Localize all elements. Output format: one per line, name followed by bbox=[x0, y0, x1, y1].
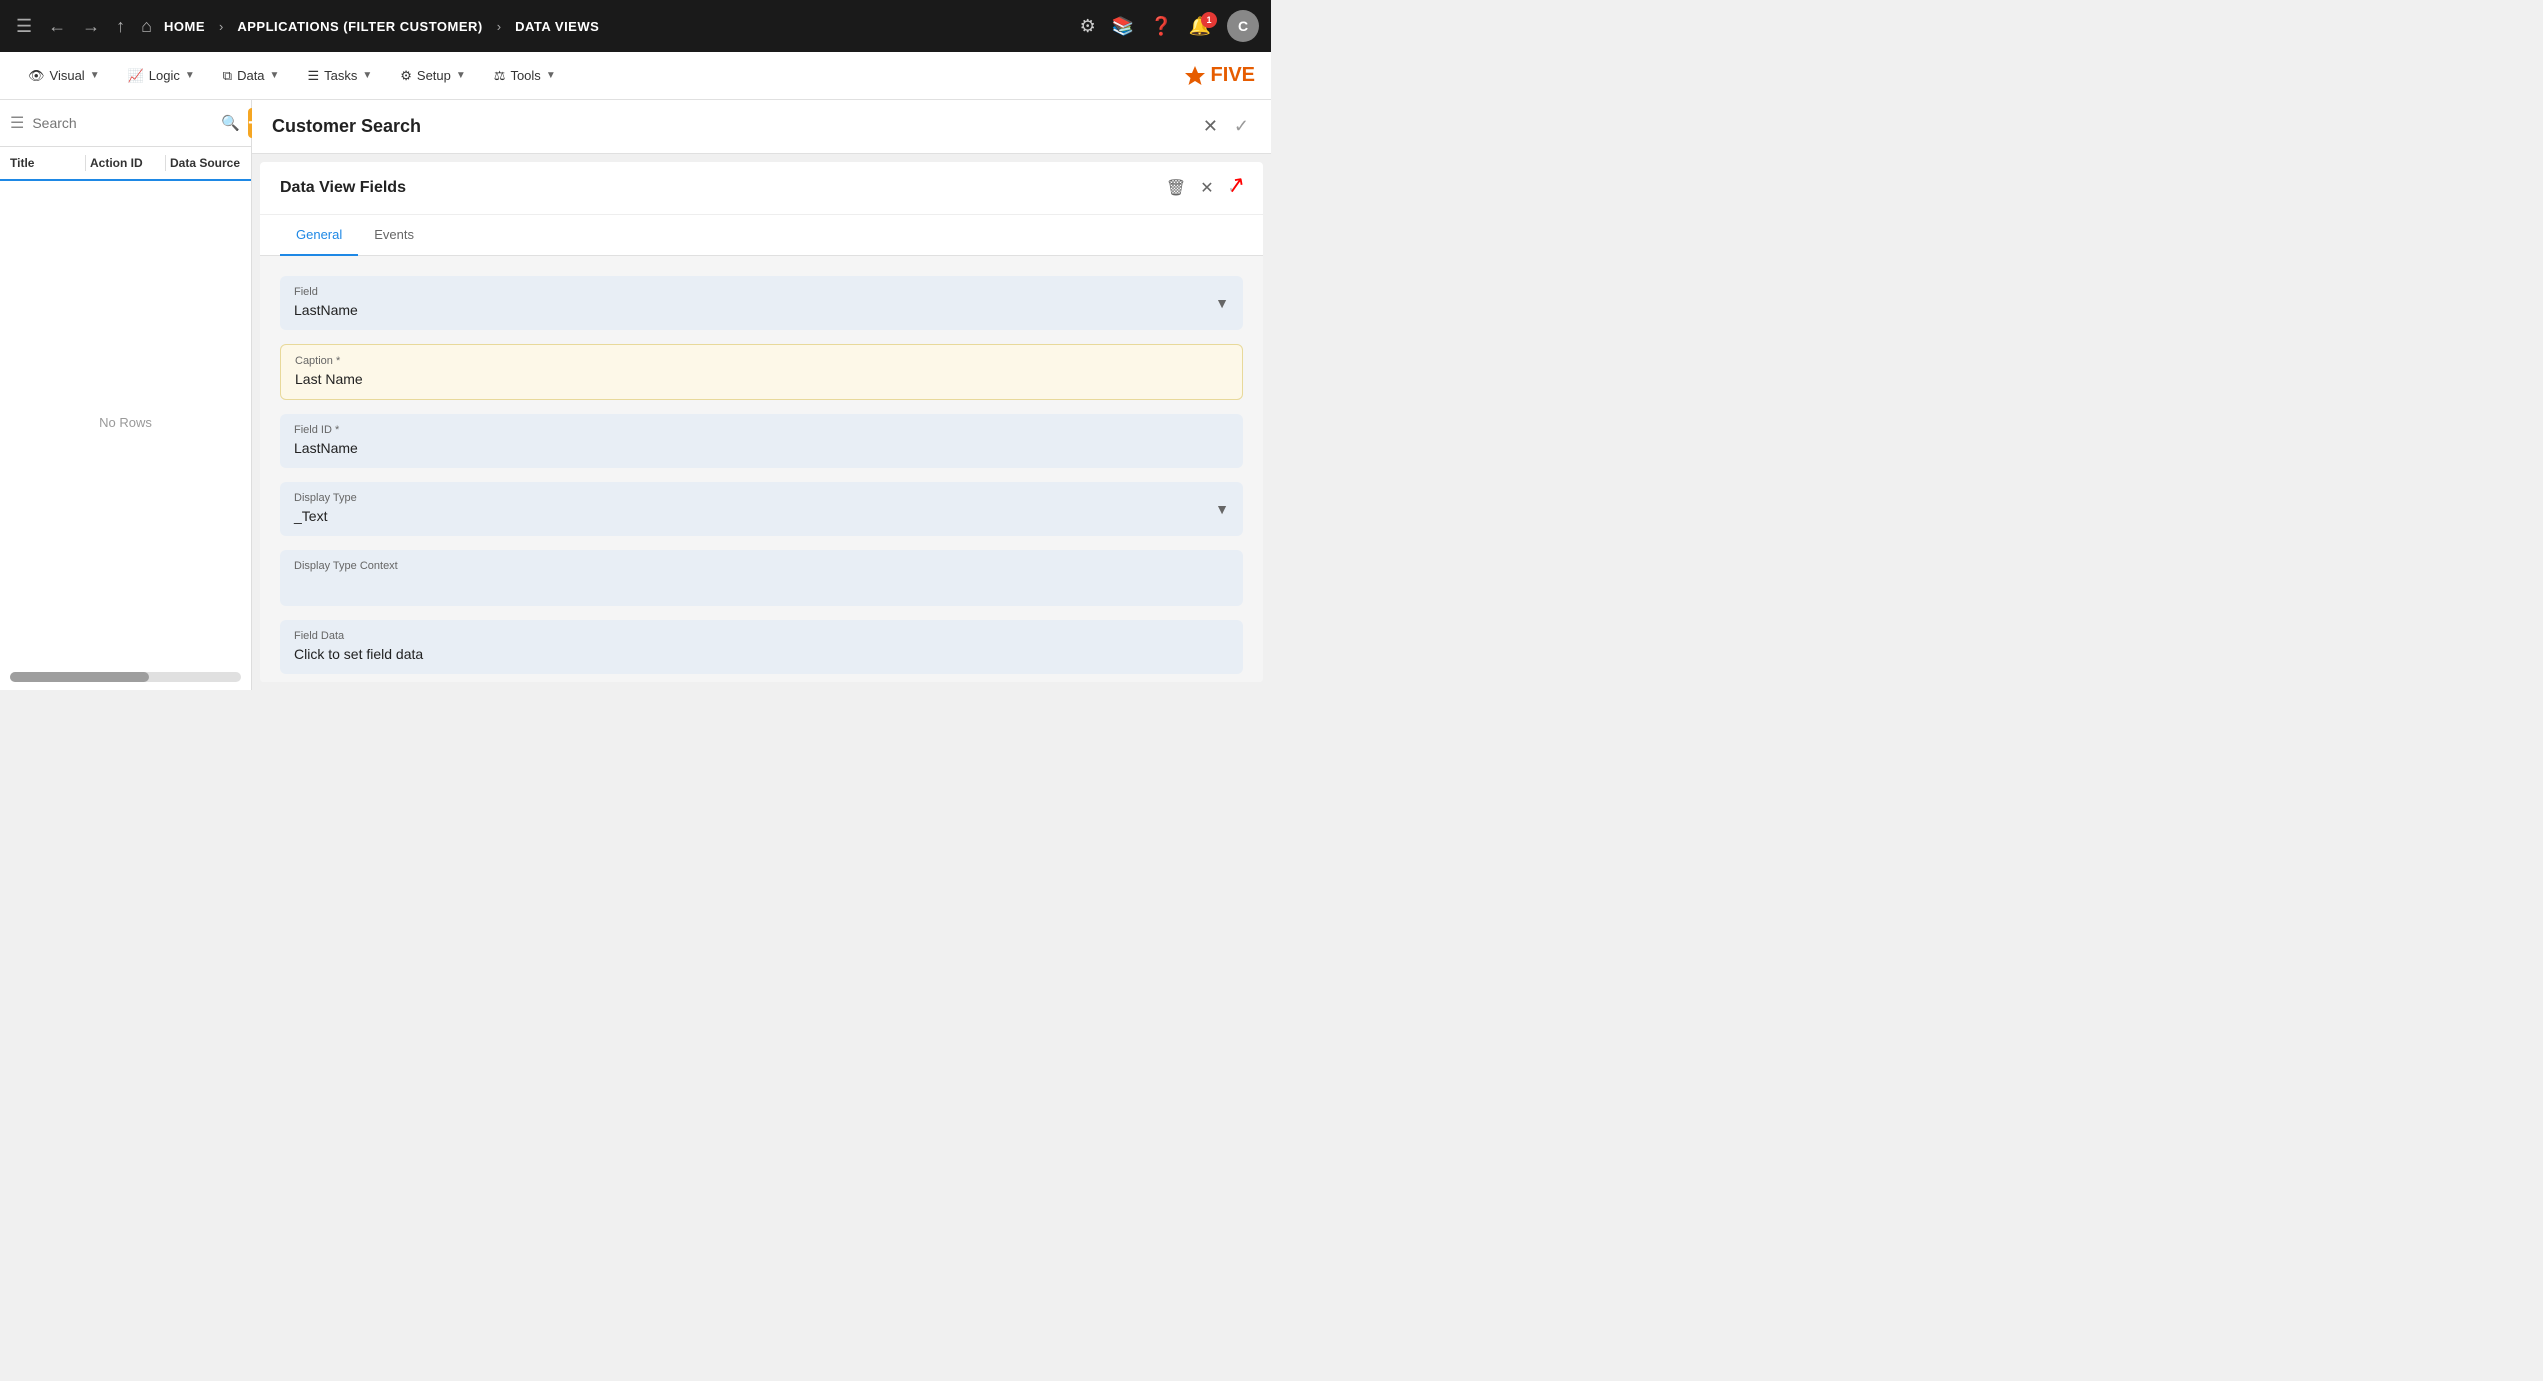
five-logo-icon bbox=[1183, 64, 1207, 88]
scrollbar-thumb bbox=[10, 672, 149, 682]
display-type-context-field: Display Type Context bbox=[280, 550, 1243, 606]
col-sep-2 bbox=[165, 155, 166, 171]
nav-tools-label: Tools bbox=[510, 68, 540, 83]
dvf-delete-button[interactable]: 🗑 bbox=[1164, 176, 1188, 200]
display-type-label: Display Type bbox=[294, 492, 1229, 504]
notification-container[interactable]: 🔔 1 bbox=[1189, 16, 1211, 37]
tab-general[interactable]: General bbox=[280, 215, 358, 256]
field-data-label: Field Data bbox=[294, 630, 1229, 642]
display-type-field: Display Type _Text ▼ bbox=[280, 482, 1243, 536]
data-chevron: ▼ bbox=[270, 70, 280, 81]
caption-label: Caption * bbox=[295, 355, 1228, 367]
nav-tools[interactable]: ⚖ Tools ▼ bbox=[482, 62, 568, 90]
breadcrumb-home[interactable]: HOME bbox=[164, 19, 205, 34]
eye-icon: 👁 bbox=[28, 68, 45, 84]
tabs: General Events bbox=[260, 215, 1263, 256]
dvf-header: Data View Fields 🗑 ✕ ✓ ↗ bbox=[260, 162, 1263, 215]
home-icon[interactable]: ⌂ bbox=[137, 12, 156, 41]
library-icon[interactable]: 📚 bbox=[1112, 16, 1134, 37]
settings-icon[interactable]: ⚙ bbox=[1080, 16, 1096, 37]
nav-tasks-label: Tasks bbox=[324, 68, 357, 83]
hamburger-icon[interactable]: ☰ bbox=[12, 12, 36, 41]
data-view-fields-container: Data View Fields 🗑 ✕ ✓ ↗ General Events … bbox=[260, 162, 1263, 682]
setup-chevron: ▼ bbox=[456, 70, 466, 81]
back-icon[interactable]: ← bbox=[44, 12, 70, 41]
five-logo: FIVE bbox=[1183, 64, 1255, 88]
nav-visual[interactable]: 👁 Visual ▼ bbox=[16, 62, 112, 90]
help-icon[interactable]: ❓ bbox=[1150, 16, 1172, 37]
visual-chevron: ▼ bbox=[90, 70, 100, 81]
dvf-close-button[interactable]: ✕ bbox=[1198, 176, 1215, 200]
field-value: LastName bbox=[294, 302, 358, 318]
left-panel: ☰ 🔍 + Title Action ID Data Source No Row… bbox=[0, 100, 252, 690]
gear-icon: ⚙ bbox=[400, 68, 412, 84]
search-bar: ☰ 🔍 + bbox=[0, 100, 251, 147]
forward-icon[interactable]: → bbox=[78, 12, 104, 41]
display-type-context-label: Display Type Context bbox=[294, 560, 1229, 572]
second-nav: 👁 Visual ▼ 📈 Logic ▼ ⧉ Data ▼ ☰ Tasks ▼ … bbox=[0, 52, 1271, 100]
dvf-confirm-button[interactable]: ✓ bbox=[1226, 176, 1243, 200]
field-label: Field bbox=[294, 286, 1229, 298]
right-panel: Customer Search ✕ ✓ Data View Fields 🗑 ✕… bbox=[252, 100, 1271, 690]
dvf-title: Data View Fields bbox=[280, 179, 1164, 197]
caption-field: Caption * Last Name bbox=[280, 344, 1243, 400]
field-dropdown-icon[interactable]: ▼ bbox=[1215, 295, 1229, 311]
table-header: Title Action ID Data Source bbox=[0, 147, 251, 181]
main-layout: ☰ 🔍 + Title Action ID Data Source No Row… bbox=[0, 100, 1271, 690]
breadcrumb-dataviews[interactable]: DATA VIEWS bbox=[515, 19, 599, 34]
search-input[interactable] bbox=[32, 115, 213, 131]
field-id-field: Field ID * LastName bbox=[280, 414, 1243, 468]
col-action-id: Action ID bbox=[90, 156, 161, 170]
tools-icon: ⚖ bbox=[494, 68, 506, 84]
dvf-actions: 🗑 ✕ ✓ bbox=[1164, 176, 1243, 200]
nav-setup[interactable]: ⚙ Setup ▼ bbox=[388, 62, 478, 90]
col-data-source: Data Source bbox=[170, 156, 241, 170]
no-rows-message: No Rows bbox=[0, 181, 251, 664]
field-id-value[interactable]: LastName bbox=[294, 440, 358, 456]
top-nav: ☰ ← → ↑ ⌂ HOME › APPLICATIONS (FILTER CU… bbox=[0, 0, 1271, 52]
field-field: Field LastName ▼ bbox=[280, 276, 1243, 330]
breadcrumb-applications[interactable]: APPLICATIONS (FILTER CUSTOMER) bbox=[237, 19, 482, 34]
panel-hamburger-icon[interactable]: ☰ bbox=[10, 113, 24, 133]
nav-logic-label: Logic bbox=[149, 68, 180, 83]
col-title: Title bbox=[10, 156, 81, 170]
cs-confirm-button[interactable]: ✓ bbox=[1232, 114, 1251, 139]
logic-chevron: ▼ bbox=[185, 70, 195, 81]
five-logo-text: FIVE bbox=[1211, 64, 1255, 87]
field-id-label: Field ID * bbox=[294, 424, 1229, 436]
notification-badge: 1 bbox=[1201, 12, 1217, 28]
tab-events[interactable]: Events bbox=[358, 215, 430, 256]
nav-right: ⚙ 📚 ❓ 🔔 1 C bbox=[1080, 10, 1259, 42]
customer-search-header: Customer Search ✕ ✓ bbox=[252, 100, 1271, 154]
horizontal-scrollbar[interactable] bbox=[10, 672, 241, 682]
logo-area: FIVE bbox=[1183, 64, 1255, 88]
nav-tasks[interactable]: ☰ Tasks ▼ bbox=[295, 62, 384, 90]
up-icon[interactable]: ↑ bbox=[112, 12, 129, 41]
avatar[interactable]: C bbox=[1227, 10, 1259, 42]
col-sep-1 bbox=[85, 155, 86, 171]
tasks-chevron: ▼ bbox=[362, 70, 372, 81]
cs-actions: ✕ ✓ bbox=[1201, 114, 1251, 139]
customer-search-title: Customer Search bbox=[272, 116, 1201, 137]
caption-value[interactable]: Last Name bbox=[295, 371, 363, 387]
cs-close-button[interactable]: ✕ bbox=[1201, 114, 1220, 139]
table-icon: ⧉ bbox=[223, 68, 232, 84]
tasks-icon: ☰ bbox=[307, 68, 319, 84]
breadcrumb-sep2: › bbox=[497, 19, 501, 34]
field-data-field[interactable]: Field Data Click to set field data bbox=[280, 620, 1243, 674]
nav-logic[interactable]: 📈 Logic ▼ bbox=[116, 62, 207, 90]
nav-data-label: Data bbox=[237, 68, 264, 83]
nav-setup-label: Setup bbox=[417, 68, 451, 83]
field-data-value[interactable]: Click to set field data bbox=[294, 646, 423, 662]
display-type-dropdown-icon[interactable]: ▼ bbox=[1215, 501, 1229, 517]
search-icon[interactable]: 🔍 bbox=[221, 114, 240, 132]
form-content: Field LastName ▼ Caption * Last Name Fie… bbox=[260, 256, 1263, 682]
display-type-value: _Text bbox=[294, 508, 327, 524]
nav-visual-label: Visual bbox=[50, 68, 85, 83]
breadcrumb-sep1: › bbox=[219, 19, 223, 34]
logic-icon: 📈 bbox=[128, 68, 144, 84]
nav-data[interactable]: ⧉ Data ▼ bbox=[211, 62, 292, 90]
tools-chevron: ▼ bbox=[546, 70, 556, 81]
